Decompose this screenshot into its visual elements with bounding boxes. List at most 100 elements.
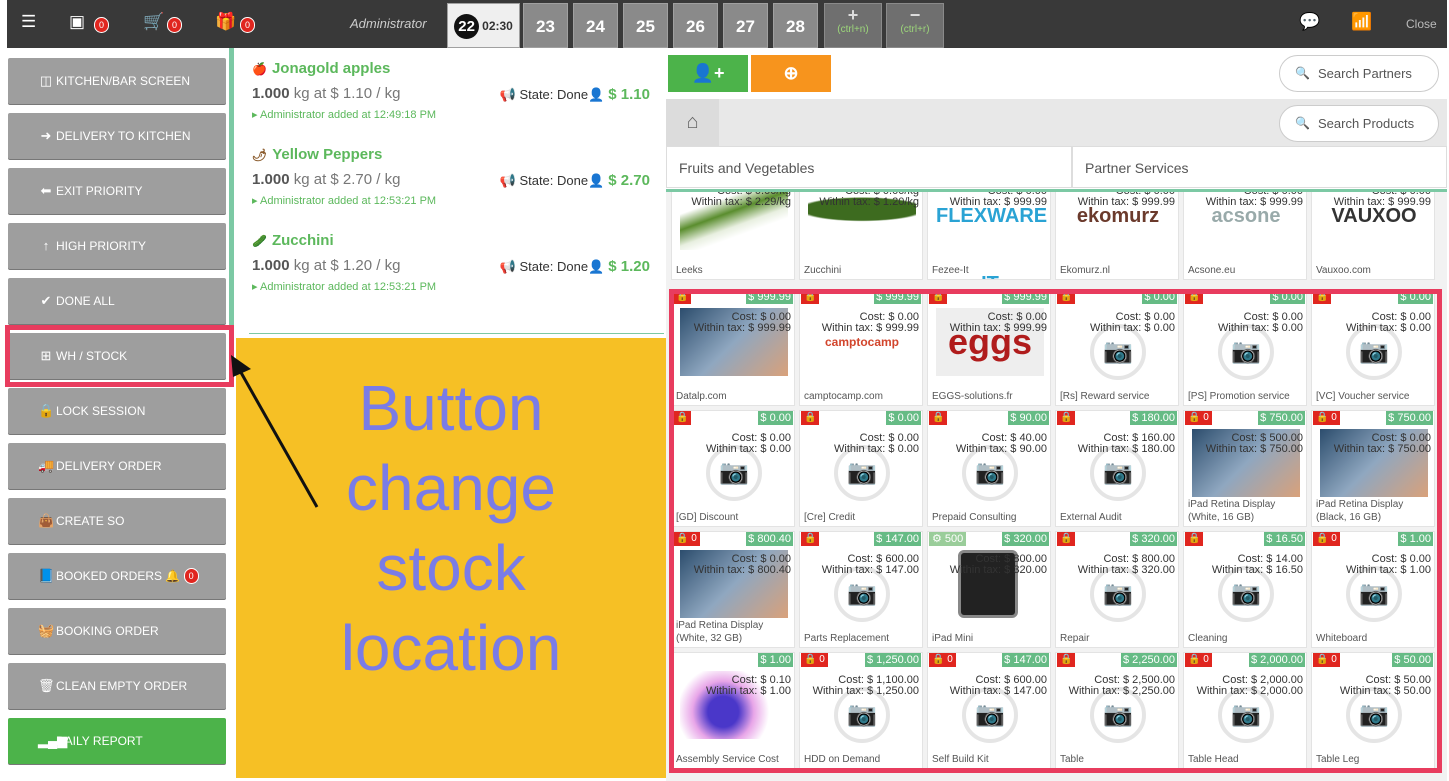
- order-divider: [249, 333, 664, 334]
- order-line-qty: 1.000: [252, 171, 290, 188]
- product-tax: Within tax: $ 1.20/kg: [819, 196, 919, 208]
- order-line[interactable]: 🍎 Jonagold apples 1.000 kg at $ 1.10 / kg…: [252, 60, 662, 121]
- order-tab[interactable]: 27: [723, 3, 768, 48]
- cart-icon[interactable]: 🛒: [143, 12, 164, 32]
- product-tile[interactable]: Cost: $ 0.00/kgWithin tax: $ 1.20/kgZucc…: [799, 192, 923, 280]
- product-tile[interactable]: Cost: $ 0.00/kgWithin tax: $ 2.29/kgLeek…: [671, 192, 795, 280]
- wh-stock-highlight: [5, 325, 234, 387]
- megaphone-icon: 📢: [499, 259, 516, 274]
- home-icon[interactable]: ⌂: [666, 99, 719, 146]
- booked-orders-badge: 0: [183, 568, 199, 584]
- order-line-state: State: Done: [519, 87, 589, 102]
- done-all-button[interactable]: ✔ DONE ALL: [8, 278, 226, 324]
- order-line-name: Yellow Peppers: [272, 146, 383, 163]
- order-line-qty: 1.000: [252, 257, 290, 274]
- category-partner-services[interactable]: Partner Services: [1072, 146, 1447, 188]
- order-tab[interactable]: 24: [573, 3, 618, 48]
- close-button[interactable]: Close: [1406, 17, 1437, 31]
- product-tax: Within tax: $ 999.99: [1205, 196, 1303, 208]
- plus-icon: +: [847, 5, 859, 25]
- order-line-name: Jonagold apples: [271, 60, 391, 77]
- add-customer-button[interactable]: 👤+: [668, 55, 748, 92]
- gift-icon[interactable]: 🎁: [215, 12, 236, 32]
- order-tab[interactable]: 26: [673, 3, 718, 48]
- new-order-button[interactable]: + (ctrl+n): [824, 3, 882, 48]
- order-line-price: $ 1.10: [608, 86, 650, 103]
- order-line-state: State: Done: [519, 259, 589, 274]
- user-icon: 👤: [588, 173, 605, 188]
- order-line-added-by: Administrator added at 12:49:18 PM: [259, 109, 437, 121]
- order-line-unit: kg at $ 1.10 / kg: [293, 85, 401, 102]
- order-line-unit: kg at $ 2.70 / kg: [293, 171, 401, 188]
- booked-orders-button[interactable]: 📘 BOOKED ORDERS 🔔 0: [8, 553, 226, 599]
- category-fruits-vegetables[interactable]: Fruits and Vegetables: [666, 146, 1072, 188]
- gift-badge: 0: [240, 17, 255, 33]
- delivery-to-kitchen-button[interactable]: ➜ DELIVERY TO KITCHEN: [8, 113, 226, 159]
- product-tax: Within tax: $ 999.99: [1077, 196, 1175, 208]
- new-order-shortcut: (ctrl+n): [837, 24, 869, 35]
- order-tab[interactable]: 25: [623, 3, 668, 48]
- top-bar: ☰ ▣ 0 🛒 0 🎁 0 Administrator 22 02:30 23 2…: [7, 0, 1447, 48]
- booking-order-button[interactable]: 🧺 BOOKING ORDER: [8, 608, 226, 654]
- product-tile[interactable]: acsoneCost: $ 0.00Within tax: $ 999.99Ac…: [1183, 192, 1307, 280]
- add-order-button[interactable]: ⊕: [751, 55, 831, 92]
- product-tile[interactable]: FLEXWARE ITCost: $ 0.00Within tax: $ 999…: [927, 192, 1051, 280]
- order-line-name: Zucchini: [271, 232, 334, 249]
- product-logo-text: VAUXOO: [1331, 205, 1417, 227]
- exit-priority-button[interactable]: ⬅ EXIT PRIORITY: [8, 168, 226, 214]
- signal-icon: ▂▄▆: [38, 733, 68, 748]
- remove-order-button[interactable]: − (ctrl+r): [886, 3, 944, 48]
- create-so-button[interactable]: 👜 CREATE SO: [8, 498, 226, 544]
- order-number: 22: [454, 14, 480, 40]
- product-tax: Within tax: $ 999.99: [1333, 196, 1431, 208]
- product-name: Fezee-It: [932, 265, 969, 276]
- megaphone-icon: 📢: [499, 87, 516, 102]
- chat-icon[interactable]: 💬: [1299, 12, 1320, 32]
- user-icon: 👤: [588, 259, 605, 274]
- order-line-price: $ 2.70: [608, 172, 650, 189]
- order-line[interactable]: 🥒 Zucchini 1.000 kg at $ 1.20 / kg 📢 Stat…: [252, 232, 662, 293]
- delivery-order-button[interactable]: 🚚 DELIVERY ORDER: [8, 443, 226, 489]
- screen-icon: ◫: [39, 73, 53, 88]
- kitchen-bar-screen-button[interactable]: ◫ KITCHEN/BAR SCREEN: [8, 58, 226, 104]
- product-tax: Within tax: $ 2.29/kg: [691, 196, 791, 208]
- cash-icon[interactable]: ▣: [69, 12, 85, 32]
- product-logo-text: ekomurz: [1076, 205, 1160, 227]
- order-line-unit: kg at $ 1.20 / kg: [293, 257, 401, 274]
- order-lines-panel: 🍎 Jonagold apples 1.000 kg at $ 1.10 / kg…: [229, 48, 666, 338]
- product-name: Leeks: [676, 265, 703, 276]
- cart-badge: 0: [167, 17, 182, 33]
- lock-icon: 🔒: [38, 403, 55, 418]
- clean-empty-order-button[interactable]: 🗑 CLEAN EMPTY ORDER: [8, 663, 226, 709]
- order-tab[interactable]: 28: [773, 3, 818, 48]
- product-tax: Within tax: $ 999.99: [949, 196, 1047, 208]
- remove-order-shortcut: (ctrl+r): [900, 24, 930, 35]
- arrow-right-circle-icon: ➜: [40, 128, 52, 143]
- check-circle-icon: ✔: [40, 293, 52, 308]
- product-tile[interactable]: VAUXOOCost: $ 0.00Within tax: $ 999.99Va…: [1311, 192, 1435, 280]
- order-line[interactable]: 🌶 Yellow Peppers 1.000 kg at $ 2.70 / kg …: [252, 146, 662, 207]
- product-icon: 🍎: [252, 62, 267, 76]
- lock-session-button[interactable]: 🔒 LOCK SESSION: [8, 388, 226, 434]
- product-name: Vauxoo.com: [1316, 265, 1371, 276]
- trash-icon: 🗑: [38, 678, 55, 693]
- order-tab-active[interactable]: 22 02:30: [447, 3, 520, 48]
- minus-icon: −: [909, 5, 921, 25]
- search-partners-input[interactable]: 🔍 Search Partners: [1279, 55, 1439, 92]
- search-products-input[interactable]: 🔍 Search Products: [1279, 105, 1439, 142]
- annotation-arrow: [231, 355, 319, 508]
- product-icon: 🥒: [252, 234, 267, 248]
- wifi-icon: 📶: [1351, 12, 1373, 31]
- user-icon: 👤: [588, 87, 605, 102]
- plus-circle-icon: ⊕: [783, 63, 799, 83]
- order-tab[interactable]: 23: [523, 3, 568, 48]
- order-line-state: State: Done: [519, 173, 589, 188]
- high-priority-button[interactable]: ↑ HIGH PRIORITY: [8, 223, 226, 269]
- product-tile[interactable]: ekomurzCost: $ 0.00Within tax: $ 999.99E…: [1055, 192, 1179, 280]
- megaphone-icon: 📢: [499, 173, 516, 188]
- list-icon[interactable]: ☰: [21, 12, 36, 32]
- product-icon: 🌶: [252, 148, 268, 162]
- arrow-left-circle-icon: ⬅: [40, 183, 52, 198]
- daily-report-button[interactable]: ▂▄▆ DAILY REPORT: [8, 718, 226, 764]
- product-name: Acsone.eu: [1188, 265, 1236, 276]
